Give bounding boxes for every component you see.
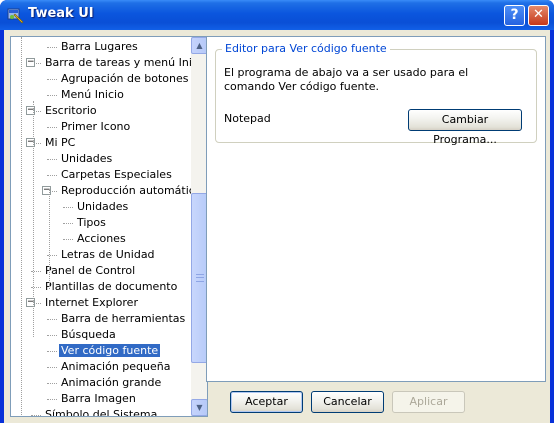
tree-connector xyxy=(47,367,57,368)
tree-item-label: Agrupación de botones xyxy=(61,72,189,85)
help-button[interactable]: ? xyxy=(504,5,525,26)
tree-item-label: Reproducción automática xyxy=(61,184,202,197)
tree-item[interactable]: Carpetas Especiales xyxy=(59,167,174,183)
tree-item[interactable]: Mi PC xyxy=(43,135,77,151)
tree-connector xyxy=(47,175,57,176)
tree-item-label: Barra de tareas y menú Inicio xyxy=(45,56,208,69)
tree-item-label: Símbolo del Sistema xyxy=(45,408,158,417)
tree-connector xyxy=(47,47,57,48)
tree-connector xyxy=(31,415,41,416)
tree-item[interactable]: Menú Inicio xyxy=(59,87,126,103)
tree-item[interactable]: Primer Icono xyxy=(59,119,132,135)
tree-item[interactable]: Plantillas de documento xyxy=(43,279,179,295)
tree-item-label: Unidades xyxy=(61,152,113,165)
current-program: Notepad xyxy=(224,112,271,125)
tree-item-label: Barra Lugares xyxy=(61,40,138,53)
tree-item[interactable]: Agrupación de botones xyxy=(59,71,191,87)
tree-item-label: Unidades xyxy=(77,200,129,213)
tree-item-label: Panel de Control xyxy=(45,264,136,277)
tree-connector xyxy=(47,351,57,352)
change-program-button[interactable]: Cambiar Programa... xyxy=(408,109,522,146)
tree-guide-line xyxy=(33,101,34,337)
tree-item[interactable]: Panel de Control xyxy=(43,263,137,279)
window-title: Tweak UI xyxy=(28,6,94,21)
tree-item[interactable]: Unidades xyxy=(59,151,114,167)
tree-item-label: Tipos xyxy=(77,216,106,229)
title-bar[interactable]: Tweak UI ? ✕ xyxy=(0,0,554,30)
ok-button[interactable]: Aceptar xyxy=(230,391,303,413)
scroll-down-button[interactable]: ▼ xyxy=(191,399,207,416)
tree-connector xyxy=(47,95,57,96)
tree-connector xyxy=(47,383,57,384)
apply-button: Aplicar xyxy=(392,391,465,413)
scroll-grip-icon xyxy=(196,274,204,282)
tree-item[interactable]: Animación grande xyxy=(59,375,163,391)
tree-connector xyxy=(47,319,57,320)
tree-connector xyxy=(47,159,57,160)
group-description: El programa de abajo va a ser usado para… xyxy=(224,66,469,93)
tree-item[interactable]: Barra de tareas y menú Inicio xyxy=(43,55,208,71)
tree-item[interactable]: Animación pequeña xyxy=(59,359,173,375)
tree-item-label: Menú Inicio xyxy=(61,88,124,101)
tree-item[interactable]: Reproducción automática xyxy=(59,183,204,199)
cancel-button[interactable]: Cancelar xyxy=(311,391,384,413)
source-editor-group: Editor para Ver código fuente El program… xyxy=(215,42,537,146)
tree-item[interactable]: Ver código fuente xyxy=(59,343,161,359)
tree-connector xyxy=(47,335,57,336)
tree-item[interactable]: Búsqueda xyxy=(59,327,118,343)
tree-item[interactable]: Escritorio xyxy=(43,103,99,119)
tweakui-window: Tweak UI ? ✕ Barra Lugares Barra de tarea… xyxy=(0,0,554,423)
tree-item-label: Búsqueda xyxy=(61,328,116,341)
tree-connector xyxy=(47,127,57,128)
tree-item[interactable]: Símbolo del Sistema xyxy=(43,407,159,417)
tree-connector xyxy=(63,223,73,224)
tree-item-label: Animación pequeña xyxy=(61,360,171,373)
tree-connector xyxy=(47,399,57,400)
tree-item-label: Escritorio xyxy=(45,104,97,117)
tree-item-label: Carpetas Especiales xyxy=(61,168,172,181)
tree-connector xyxy=(47,79,57,80)
tree-item[interactable]: Barra Imagen xyxy=(59,391,138,407)
tree-item-label: Internet Explorer xyxy=(45,296,138,309)
tree-item-label: Ver código fuente xyxy=(59,344,161,357)
tree-item-label: Letras de Unidad xyxy=(61,248,155,261)
tree-item-label: Acciones xyxy=(77,232,126,245)
tree-item-label: Barra Imagen xyxy=(61,392,136,405)
collapse-toggle-icon[interactable]: − xyxy=(26,58,35,67)
close-button[interactable]: ✕ xyxy=(528,5,549,26)
tree-item[interactable]: Barra de herramientas xyxy=(59,311,187,327)
tree-connector xyxy=(63,239,73,240)
tree-item-label: Primer Icono xyxy=(61,120,131,133)
tree-item-label: Plantillas de documento xyxy=(45,280,178,293)
settings-tree[interactable]: Barra Lugares Barra de tareas y menú Inic… xyxy=(10,36,208,417)
tree-item-label: Mi PC xyxy=(45,136,76,149)
tree-item[interactable]: Letras de Unidad xyxy=(59,247,157,263)
tree-guide-line xyxy=(49,189,50,289)
tree-item-label: Animación grande xyxy=(61,376,162,389)
tree-guide-line xyxy=(21,37,22,416)
settings-panel: Editor para Ver código fuente El program… xyxy=(206,36,546,382)
tree-item[interactable]: Acciones xyxy=(75,231,128,247)
tree-item[interactable]: Tipos xyxy=(75,215,108,231)
tree-item[interactable]: Barra Lugares xyxy=(59,39,140,55)
group-title: Editor para Ver código fuente xyxy=(222,42,390,55)
tree-item[interactable]: Unidades xyxy=(75,199,130,215)
tree-connector xyxy=(63,207,73,208)
tree-item-label: Barra de herramientas xyxy=(61,312,186,325)
tweakui-app-icon xyxy=(7,8,24,24)
dialog-client-area: Barra Lugares Barra de tareas y menú Inic… xyxy=(4,30,550,423)
tree-item[interactable]: Internet Explorer xyxy=(43,295,140,311)
